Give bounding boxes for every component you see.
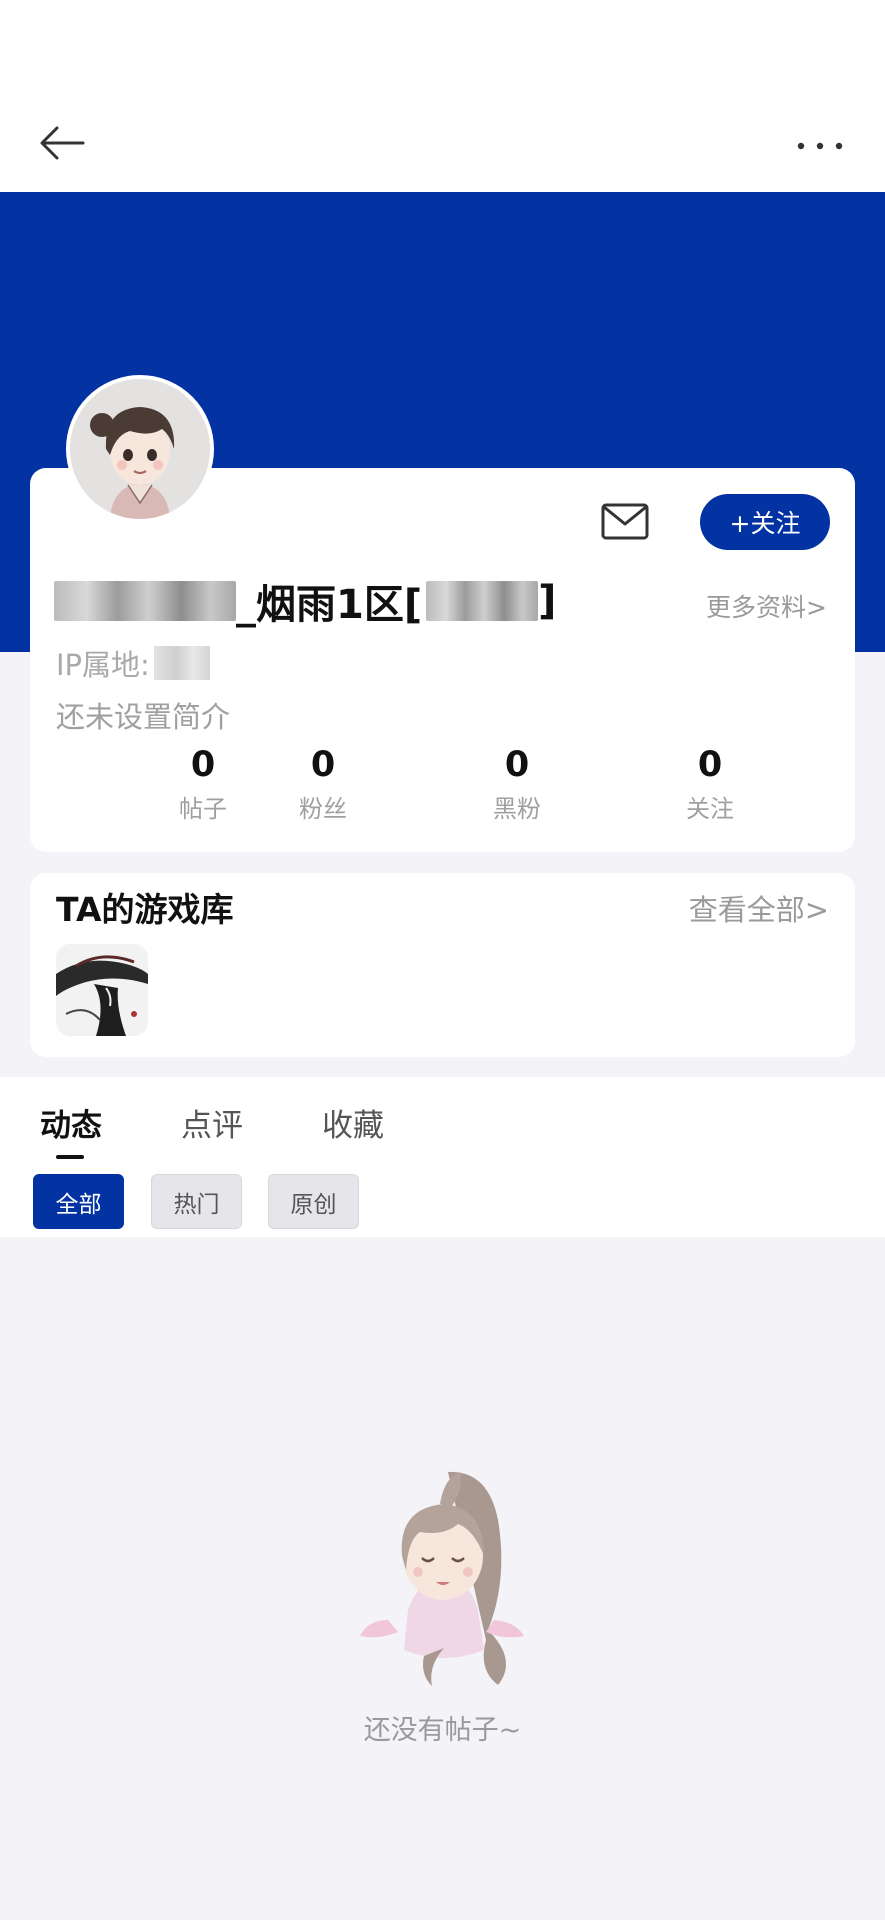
username-row: _烟雨1区[ ] — [54, 575, 557, 628]
username-suffix: _烟雨1区[ — [236, 582, 423, 628]
stat-following[interactable]: 0 关注 — [650, 745, 770, 824]
back-button[interactable] — [34, 118, 90, 168]
username-redacted-block — [54, 581, 236, 621]
stat-label: 关注 — [686, 795, 734, 823]
ip-label: IP属地: — [56, 648, 150, 682]
stat-posts[interactable]: 0 帖子 — [143, 745, 263, 824]
game-thumbnail[interactable] — [56, 944, 148, 1036]
username-bracket-close: ] — [538, 578, 557, 624]
stat-value: 0 — [310, 745, 336, 785]
username-redacted-tag — [426, 581, 539, 621]
game-cover-image — [56, 944, 148, 1036]
follow-button[interactable]: +关注 — [700, 494, 830, 550]
stat-value: 0 — [190, 745, 216, 785]
avatar[interactable] — [66, 375, 214, 523]
message-button[interactable] — [600, 500, 654, 544]
empty-state-text: 还没有帖子~ — [363, 1715, 522, 1746]
active-tab-indicator — [56, 1155, 84, 1159]
filter-all-chip[interactable]: 全部 — [33, 1174, 124, 1229]
stat-label: 粉丝 — [299, 795, 347, 823]
feed-header — [0, 1077, 885, 1237]
more-horizontal-icon — [797, 142, 843, 150]
game-library-card: TA的游戏库 查看全部> — [30, 873, 855, 1057]
stat-label: 黑粉 — [493, 795, 541, 823]
bio-text: 还未设置简介 — [56, 700, 231, 734]
stat-anti-fans[interactable]: 0 黑粉 — [457, 745, 577, 824]
avatar-illustration — [70, 379, 210, 519]
filter-original-chip[interactable]: 原创 — [268, 1174, 359, 1229]
stat-fans[interactable]: 0 粉丝 — [263, 745, 383, 824]
more-info-link[interactable]: 更多资料> — [706, 588, 827, 624]
tab-reviews[interactable]: 点评 — [181, 1100, 243, 1145]
ip-location: IP属地: — [56, 642, 210, 684]
stat-label: 帖子 — [179, 795, 227, 823]
stat-value: 0 — [697, 745, 723, 785]
arrow-left-icon — [40, 126, 85, 160]
filter-hot-chip[interactable]: 热门 — [151, 1174, 242, 1229]
top-bar — [0, 0, 885, 192]
game-library-title: TA的游戏库 — [56, 890, 234, 929]
follow-button-label: +关注 — [729, 509, 801, 538]
tab-dynamics[interactable]: 动态 — [40, 1100, 102, 1145]
ip-redacted-value — [153, 646, 210, 680]
mail-icon — [601, 503, 649, 540]
stat-value: 0 — [504, 745, 530, 785]
tab-favorites[interactable]: 收藏 — [322, 1100, 384, 1145]
more-options-button[interactable] — [790, 126, 850, 166]
view-all-link[interactable]: 查看全部> — [689, 887, 829, 929]
empty-state-illustration — [348, 1460, 538, 1695]
